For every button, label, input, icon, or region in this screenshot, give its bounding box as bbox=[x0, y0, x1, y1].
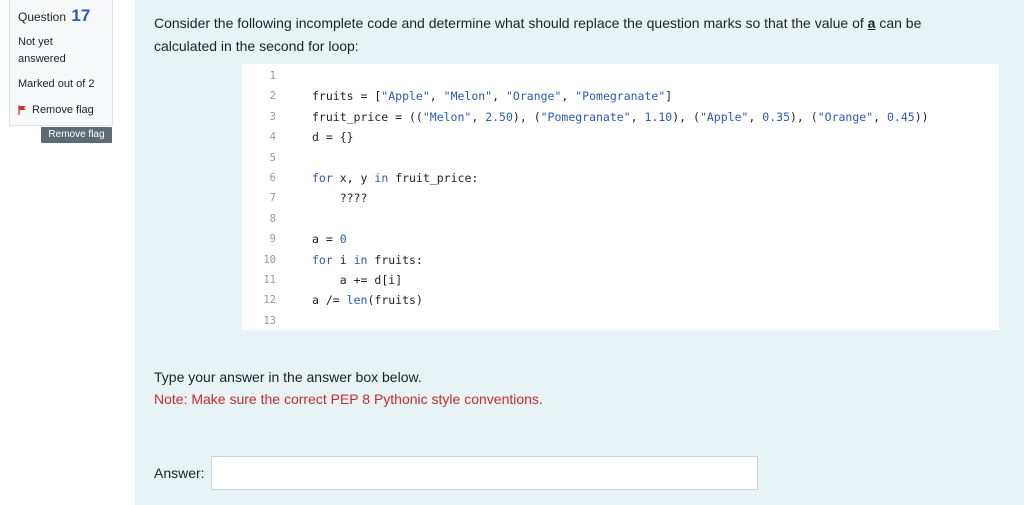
line-number: 4 bbox=[269, 131, 276, 144]
line-number: 11 bbox=[263, 274, 276, 286]
flag-icon bbox=[18, 105, 27, 115]
code-line: a /= len(fruits) bbox=[312, 293, 423, 308]
code-block: 1 2 3 4 5 6 7 8 9 10 11 12 13 fruits = ["Apple", "Me… bbox=[242, 64, 999, 330]
code-line: fruits = ["Apple", "Melon", "Orange", "P… bbox=[312, 89, 673, 104]
line-number: 8 bbox=[269, 212, 276, 225]
line-number: 9 bbox=[269, 233, 276, 246]
line-number: 2 bbox=[269, 90, 276, 103]
line-number: 13 bbox=[263, 314, 276, 327]
code-line: ???? bbox=[339, 191, 368, 206]
line-number: 5 bbox=[269, 151, 276, 164]
line-number: 12 bbox=[263, 294, 276, 307]
code-line: fruit_price = (("Melon", 2.50), ("Pomegr… bbox=[312, 109, 929, 124]
line-number: 3 bbox=[269, 110, 276, 123]
remove-flag-button[interactable]: Remove flag bbox=[41, 127, 112, 143]
question-label: Question bbox=[18, 10, 67, 24]
line-number-gutter: 1 2 3 4 5 6 7 8 9 10 11 12 13 bbox=[242, 64, 304, 330]
question-number-value: 17 bbox=[71, 6, 91, 25]
code-line: for i in fruits: bbox=[312, 252, 423, 267]
question-prompt: Consider the following incomplete code a… bbox=[154, 12, 974, 58]
code-line: d = {} bbox=[312, 130, 354, 145]
answer-label: Answer: bbox=[154, 465, 205, 481]
question-state: Not yet answered bbox=[18, 34, 66, 68]
prompt-text-1: Consider the following incomplete code a… bbox=[154, 15, 868, 31]
line-number: 10 bbox=[263, 253, 276, 266]
code-line: a += d[i] bbox=[339, 273, 403, 287]
line-number: 6 bbox=[269, 172, 276, 184]
answer-instructions: Type your answer in the answer box below… bbox=[154, 369, 422, 385]
question-number: Question 17 bbox=[18, 6, 90, 26]
state-line-2: answered bbox=[18, 53, 66, 65]
line-number: 7 bbox=[269, 192, 276, 205]
question-grade: Marked out of 2 bbox=[18, 78, 95, 90]
code-line: for x, y in fruit_price: bbox=[312, 171, 479, 185]
flag-toggle[interactable]: Remove flag bbox=[18, 104, 94, 116]
question-content: Consider the following incomplete code a… bbox=[135, 0, 1024, 505]
flag-label: Remove flag bbox=[32, 104, 94, 116]
question-info-panel: Question 17 Not yet answered Marked out … bbox=[9, 0, 113, 126]
style-note: Note: Make sure the correct PEP 8 Python… bbox=[154, 391, 543, 407]
state-line-1: Not yet bbox=[18, 36, 53, 48]
code-line: a = 0 bbox=[312, 232, 347, 247]
line-number: 1 bbox=[269, 70, 276, 82]
answer-input[interactable] bbox=[211, 456, 758, 490]
